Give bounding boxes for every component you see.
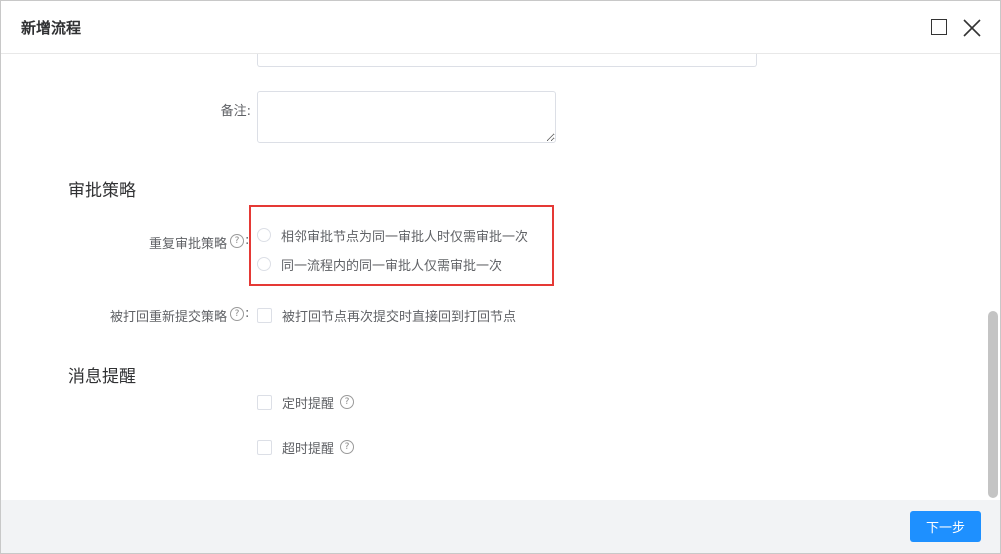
- remark-label: 备注:: [220, 104, 251, 119]
- checkbox-label: 定时提醒: [282, 396, 335, 412]
- dialog-header: 新增流程: [1, 1, 1000, 54]
- scrollbar-thumb[interactable]: [988, 311, 998, 498]
- message-reminder-section-title: 消息提醒: [68, 367, 136, 387]
- colon: :: [245, 306, 250, 321]
- reject-resubmit-policy-label: 被打回重新提交策略: [109, 310, 227, 325]
- new-process-dialog: 新增流程 备注: 审批策略 重复审批策略 ? : 相邻审批节点为同一审批人时仅需…: [0, 0, 1001, 554]
- radio-adjacent-same-approver[interactable]: 相邻审批节点为同一审批人时仅需审批一次: [257, 226, 529, 245]
- approval-policy-section-title: 审批策略: [68, 181, 136, 201]
- question-circle-icon[interactable]: ?: [230, 307, 244, 321]
- close-icon[interactable]: [961, 17, 983, 39]
- checkbox[interactable]: [257, 394, 272, 410]
- checkbox[interactable]: [257, 307, 272, 323]
- checkbox-timed-reminder[interactable]: 定时提醒 ?: [257, 393, 355, 412]
- checkbox-label: 超时提醒: [282, 441, 335, 457]
- radio-same-process-approver[interactable]: 同一流程内的同一审批人仅需审批一次: [257, 255, 503, 274]
- dialog-title: 新增流程: [21, 19, 82, 37]
- colon: :: [245, 233, 250, 248]
- radio-label: 同一流程内的同一审批人仅需审批一次: [281, 258, 503, 274]
- previous-field-input[interactable]: [257, 54, 757, 67]
- checkbox-label: 被打回节点再次提交时直接回到打回节点: [282, 309, 517, 325]
- vertical-scrollbar[interactable]: [988, 54, 998, 499]
- radio-label: 相邻审批节点为同一审批人时仅需审批一次: [281, 229, 529, 245]
- maximize-icon[interactable]: [931, 19, 947, 35]
- remark-textarea[interactable]: [257, 91, 556, 143]
- question-circle-icon[interactable]: ?: [230, 234, 244, 248]
- repeat-approval-policy-label: 重复审批策略: [148, 237, 227, 252]
- dialog-footer: 下一步: [1, 500, 1000, 553]
- radio-circle[interactable]: [257, 228, 271, 242]
- checkbox[interactable]: [257, 439, 272, 455]
- radio-circle[interactable]: [257, 257, 271, 271]
- checkbox-return-to-reject-node[interactable]: 被打回节点再次提交时直接回到打回节点: [257, 306, 517, 325]
- question-circle-icon[interactable]: ?: [340, 440, 355, 454]
- question-circle-icon[interactable]: ?: [340, 395, 355, 409]
- next-step-button[interactable]: 下一步: [910, 511, 981, 542]
- checkbox-overtime-reminder[interactable]: 超时提醒 ?: [257, 438, 355, 457]
